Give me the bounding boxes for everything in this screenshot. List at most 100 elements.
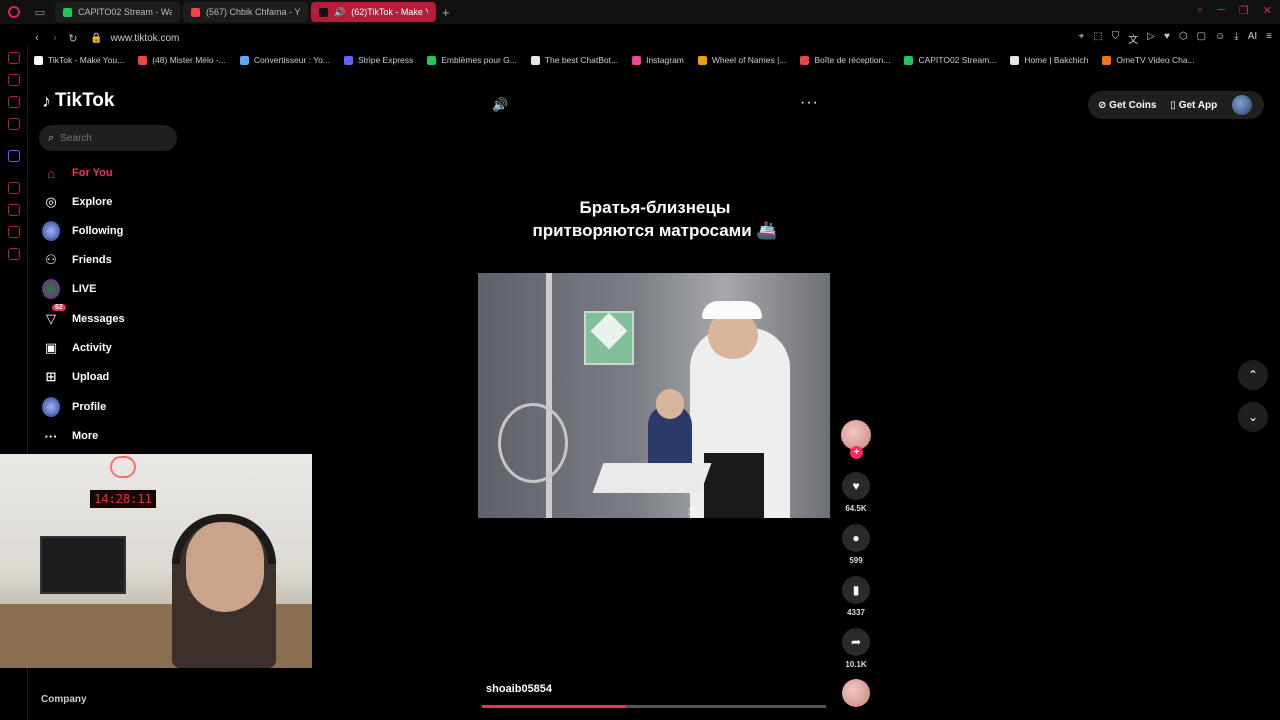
twitch-favicon-icon xyxy=(63,7,72,17)
video-paper xyxy=(592,463,712,493)
opera-logo-icon[interactable] xyxy=(0,0,28,24)
forward-icon[interactable]: › xyxy=(46,32,64,44)
footer-company-link[interactable]: Company xyxy=(41,694,87,705)
url-field[interactable]: 🔒 www.tiktok.com xyxy=(90,33,179,44)
get-coins-button[interactable]: ⊘ Get Coins xyxy=(1098,100,1156,111)
snapshot-icon[interactable]: ⬚ xyxy=(1093,31,1102,46)
bookmark-item[interactable]: CAPITO02 Stream... xyxy=(904,55,996,65)
bookmark-item[interactable]: The best ChatBot... xyxy=(530,55,618,65)
reload-icon[interactable]: ↻ xyxy=(64,32,82,45)
bookmark-item[interactable]: OmeTV Video Cha... xyxy=(1102,55,1195,65)
bookmark-item[interactable]: Emblèmes pour G... xyxy=(427,55,517,65)
heart-icon[interactable]: ♥ xyxy=(1164,31,1170,46)
sound-disc-avatar[interactable] xyxy=(842,679,870,707)
chevron-down-icon: ⌄ xyxy=(1247,410,1259,424)
bookmark-item[interactable]: Convertisseur : Yo... xyxy=(239,55,330,65)
menu-icon[interactable]: ≡ xyxy=(1266,31,1272,46)
extensions-icon[interactable]: ⬡ xyxy=(1179,31,1188,46)
browser-toolbar: ⌖ ⬚ ⛉ 文 ▷ ♥ ⬡ ▢ ☺ ⤓ AI ≡ xyxy=(1079,31,1272,46)
bookmarks-sidebar-icon[interactable] xyxy=(8,226,20,238)
new-tab-button[interactable]: + xyxy=(442,5,450,20)
nav-item-label: For You xyxy=(72,167,113,179)
video-progress-bar[interactable] xyxy=(482,705,826,708)
nav-item-more[interactable]: ··· More xyxy=(42,427,99,445)
search-tabs-icon[interactable]: ⌕ xyxy=(1197,4,1203,17)
tab-tiktok[interactable]: 🔊 (62)TikTok - Make You xyxy=(311,2,436,22)
pin-icon[interactable]: ⌖ xyxy=(1079,31,1085,46)
speaker-icon[interactable]: 🔊 xyxy=(334,7,345,18)
volume-icon[interactable]: 🔊 xyxy=(492,97,508,113)
nav-item-messages[interactable]: ▽ 62 Messages xyxy=(42,304,125,328)
follow-plus-icon[interactable]: + xyxy=(850,446,863,459)
bookmark-item[interactable]: Wheel of Names |... xyxy=(697,55,786,65)
instagram-icon[interactable] xyxy=(8,96,20,108)
share-icon[interactable]: ➦ xyxy=(842,628,870,656)
whatsapp-icon[interactable] xyxy=(8,74,20,86)
tab-youtube[interactable]: (567) Chbik Chfama - You xyxy=(183,2,308,22)
video-author[interactable]: shoaib05854 xyxy=(486,683,552,695)
search-input[interactable] xyxy=(60,132,161,144)
messages-icon: ▽ 62 xyxy=(42,304,66,328)
video-progress-fill xyxy=(482,705,627,708)
wallet-icon[interactable]: ▢ xyxy=(1197,31,1206,46)
heart-like-icon[interactable]: ♥ xyxy=(842,472,870,500)
tab-capito-stream[interactable]: CAPITO02 Stream - Watch xyxy=(55,2,180,22)
bookmark-item[interactable]: (48) Mister Mélo -... xyxy=(138,55,226,65)
nav-item-activity[interactable]: ▣ Activity xyxy=(42,339,112,357)
twitch-sidebar-icon[interactable] xyxy=(8,150,20,162)
bookmark-label: Convertisseur : Yo... xyxy=(253,55,330,65)
like-action[interactable]: ♥ 64.5K xyxy=(842,472,870,513)
nav-item-profile[interactable]: Profile xyxy=(42,397,106,417)
save-action[interactable]: ▮ 4337 xyxy=(842,576,870,617)
video-player[interactable] xyxy=(478,273,830,518)
bookmark-item[interactable]: Home | Bakchich xyxy=(1010,55,1088,65)
search-box[interactable]: ⌕ xyxy=(39,125,177,151)
nav-item-for-you[interactable]: ⌂ For You xyxy=(42,164,113,182)
maximize-icon[interactable]: ❐ xyxy=(1239,4,1249,17)
aria-ai-button[interactable]: AI xyxy=(1248,31,1257,46)
messenger-icon[interactable] xyxy=(8,52,20,64)
bookmark-item[interactable]: Stripe Express xyxy=(343,55,414,65)
shield-icon[interactable]: ⛉ xyxy=(1112,31,1120,46)
nav-item-explore[interactable]: ◎ Explore xyxy=(42,193,112,211)
next-video-button[interactable]: ⌄ xyxy=(1238,402,1268,432)
download-icon[interactable]: ⤓ xyxy=(1234,31,1238,46)
bookmark-favicon-icon xyxy=(34,55,43,65)
share-action[interactable]: ➦ 10.1K xyxy=(842,628,870,669)
close-window-icon[interactable]: ✕ xyxy=(1263,4,1272,17)
bookmark-label: TikTok - Make You... xyxy=(48,55,125,65)
browser-tab-strip: ▭ CAPITO02 Stream - Watch (567) Chbik Ch… xyxy=(0,0,1280,24)
nav-item-upload[interactable]: ⊞ Upload xyxy=(42,368,110,386)
bookmark-item[interactable]: TikTok - Make You... xyxy=(34,55,124,65)
nav-item-live[interactable]: LIVE xyxy=(42,279,96,299)
nav-item-following[interactable]: Following xyxy=(42,221,123,241)
bookmark-icon[interactable]: ▮ xyxy=(842,576,870,604)
bookmark-item[interactable]: Instagram xyxy=(632,55,684,65)
bookmark-label: Stripe Express xyxy=(357,55,414,65)
back-icon[interactable]: ‹ xyxy=(28,32,46,44)
history-icon[interactable] xyxy=(8,182,20,194)
comment-icon[interactable]: ● xyxy=(842,524,870,552)
tab-overview-icon[interactable]: ▭ xyxy=(28,0,52,24)
previous-video-button[interactable]: ⌃ xyxy=(1238,360,1268,390)
nav-item-friends[interactable]: ⚇ Friends xyxy=(42,251,112,269)
nav-item-label: Friends xyxy=(72,254,112,266)
account-icon[interactable]: ☺ xyxy=(1215,31,1225,46)
minimize-icon[interactable]: ─ xyxy=(1217,4,1225,17)
player-icon[interactable]: ▷ xyxy=(1147,31,1155,46)
player-sidebar-icon[interactable] xyxy=(8,118,20,130)
tiktok-logo[interactable]: ♪ TikTok xyxy=(42,90,114,112)
more-options-icon[interactable]: ··· xyxy=(800,94,819,112)
bookmark-item[interactable]: Boîte de réception... xyxy=(800,55,890,65)
nav-item-label: More xyxy=(72,430,99,442)
monitor xyxy=(40,536,126,594)
get-app-button[interactable]: ▯ Get App xyxy=(1170,100,1217,111)
clock-icon[interactable] xyxy=(8,204,20,216)
comment-action[interactable]: ● 599 xyxy=(842,524,870,565)
nav-item-label: Messages xyxy=(72,313,125,325)
bookmark-label: Emblèmes pour G... xyxy=(441,55,517,65)
user-avatar[interactable] xyxy=(1232,95,1252,115)
settings-sidebar-icon[interactable] xyxy=(8,248,20,260)
nav-item-label: Explore xyxy=(72,196,113,208)
translate-icon[interactable]: 文 xyxy=(1128,31,1138,46)
